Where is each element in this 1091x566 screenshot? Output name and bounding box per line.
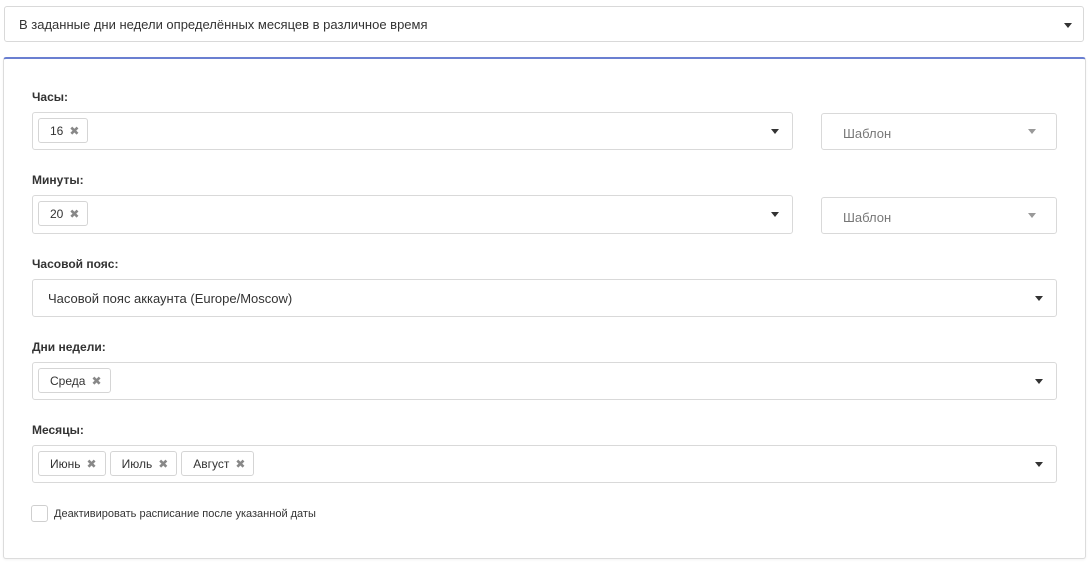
timezone-value: Часовой пояс аккаунта (Europe/Moscow): [48, 291, 293, 306]
caret-down-icon[interactable]: [771, 129, 779, 134]
caret-down-icon: [1028, 129, 1036, 134]
hours-template-select[interactable]: Шаблон: [821, 113, 1057, 150]
tag-month: Август ✖: [181, 451, 255, 476]
deactivate-label[interactable]: Деактивировать расписание после указанно…: [54, 508, 316, 520]
caret-down-icon: [1064, 23, 1072, 28]
minutes-select[interactable]: 20 ✖: [32, 195, 793, 234]
remove-tag-icon[interactable]: ✖: [69, 124, 79, 138]
minutes-template-placeholder: Шаблон: [843, 210, 892, 225]
tag-minute: 20 ✖: [38, 201, 89, 226]
tag-month: Июль ✖: [109, 451, 178, 476]
schedule-type-select[interactable]: В заданные дни недели определённых месяц…: [4, 6, 1084, 42]
timezone-select[interactable]: Часовой пояс аккаунта (Europe/Moscow): [32, 279, 1057, 317]
tag-month: Июнь ✖: [38, 451, 106, 476]
tag-weekday: Среда ✖: [38, 368, 111, 393]
deactivate-checkbox[interactable]: [31, 505, 48, 522]
caret-down-icon[interactable]: [1035, 462, 1043, 467]
tag-label: Июль: [121, 456, 153, 471]
weekdays-select[interactable]: Среда ✖: [32, 362, 1057, 400]
timezone-label: Часовой пояс:: [32, 257, 119, 271]
caret-down-icon[interactable]: [771, 212, 779, 217]
months-select[interactable]: Июнь ✖ Июль ✖ Август ✖: [32, 445, 1057, 483]
remove-tag-icon[interactable]: ✖: [158, 457, 168, 471]
tag-label: 20: [50, 206, 64, 221]
remove-tag-icon[interactable]: ✖: [69, 207, 79, 221]
months-tags: Июнь ✖ Июль ✖ Август ✖: [38, 451, 255, 476]
remove-tag-icon[interactable]: ✖: [91, 374, 101, 388]
schedule-type-value: В заданные дни недели определённых месяц…: [19, 17, 428, 32]
tag-label: Среда: [50, 373, 86, 388]
minutes-template-select[interactable]: Шаблон: [821, 197, 1057, 234]
months-label: Месяцы:: [32, 423, 84, 437]
tag-label: Июнь: [50, 456, 81, 471]
hours-label: Часы:: [32, 90, 69, 104]
remove-tag-icon[interactable]: ✖: [87, 457, 97, 471]
caret-down-icon[interactable]: [1035, 379, 1043, 384]
tag-hour: 16 ✖: [38, 118, 89, 143]
remove-tag-icon[interactable]: ✖: [235, 457, 245, 471]
hours-template-placeholder: Шаблон: [843, 126, 892, 141]
minutes-tags: 20 ✖: [38, 201, 89, 226]
tag-label: Август: [193, 456, 230, 471]
tag-label: 16: [50, 123, 64, 138]
weekdays-label: Дни недели:: [32, 340, 106, 354]
weekdays-tags: Среда ✖: [38, 368, 111, 393]
hours-select[interactable]: 16 ✖: [32, 112, 793, 150]
caret-down-icon: [1035, 296, 1043, 301]
hours-tags: 16 ✖: [38, 118, 89, 143]
minutes-label: Минуты:: [32, 173, 84, 187]
caret-down-icon: [1028, 213, 1036, 218]
